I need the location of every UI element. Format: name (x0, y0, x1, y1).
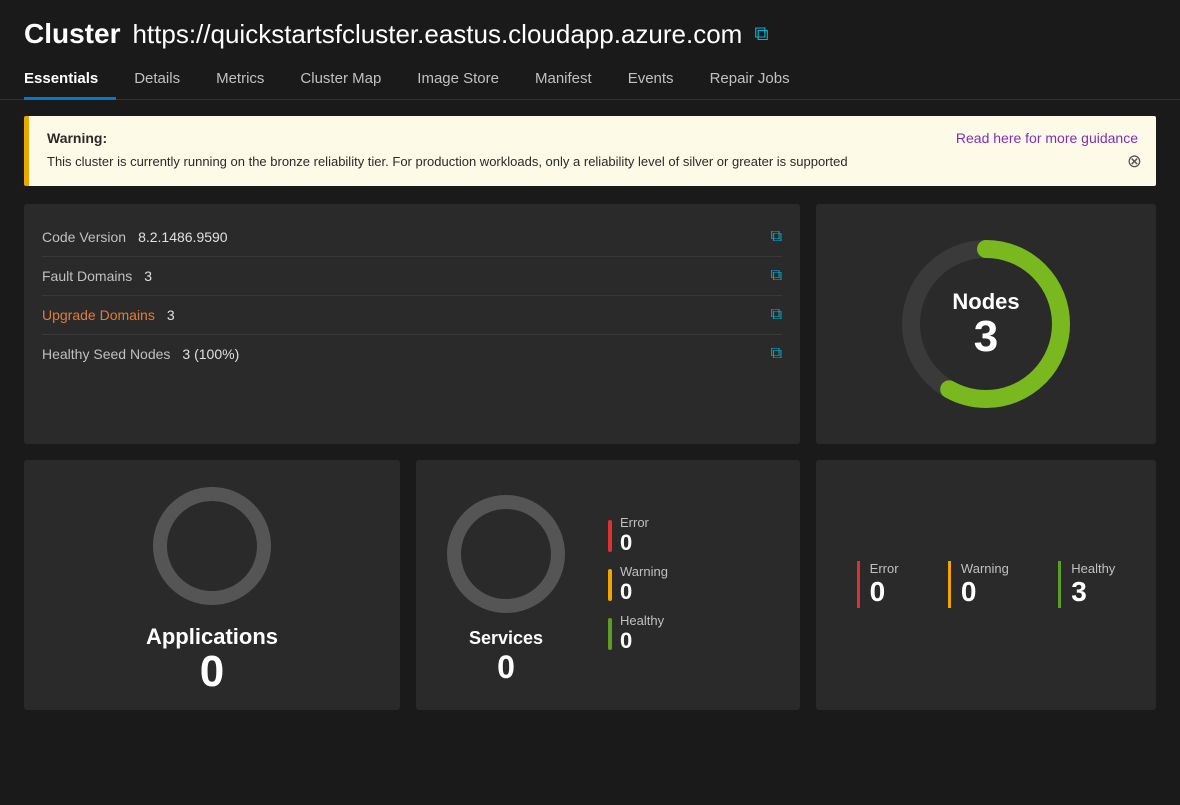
info-row: Upgrade Domains 3 ⧉ (42, 296, 782, 335)
status-label: Error (620, 515, 649, 530)
nodes-donut: Nodes 3 (886, 224, 1086, 424)
info-row-value: 3 (167, 307, 759, 323)
copy-icon[interactable]: ⧉ (771, 345, 782, 363)
node-stat-label: Warning (961, 561, 1009, 576)
services-status-list: Error 0 Warning 0 Healthy 0 (608, 515, 668, 654)
applications-label: Applications (146, 624, 278, 650)
copy-icon[interactable]: ⧉ (771, 267, 782, 285)
status-label: Healthy (620, 613, 664, 628)
services-label: Services (469, 628, 543, 649)
cluster-label: Cluster (24, 18, 120, 50)
nav-tab-repair-jobs[interactable]: Repair Jobs (692, 62, 808, 100)
status-value: 0 (620, 628, 664, 654)
status-value: 0 (620, 579, 668, 605)
nav-tab-image-store[interactable]: Image Store (399, 62, 517, 100)
status-bar-yellow (608, 569, 612, 601)
info-row-label: Upgrade Domains (42, 307, 155, 323)
status-bar-red (608, 520, 612, 552)
bottom-stats-row: Applications 0 Services 0 Error (24, 460, 1156, 710)
info-nodes-row: Code Version 8.2.1486.9590 ⧉ Fault Domai… (24, 204, 1156, 444)
nav-tab-events[interactable]: Events (610, 62, 692, 100)
warning-link[interactable]: Read here for more guidance (956, 130, 1138, 146)
nav-tab-cluster-map[interactable]: Cluster Map (282, 62, 399, 100)
cluster-url: https://quickstartsfcluster.eastus.cloud… (132, 19, 742, 50)
info-row-value: 3 (100%) (182, 346, 758, 362)
node-stat-label: Healthy (1071, 561, 1115, 576)
nodes-stat-warning: Warning 0 (948, 561, 1009, 608)
info-row-value: 3 (144, 268, 758, 284)
nodes-panel: Nodes 3 (816, 204, 1156, 444)
nodes-stats-panel: Error 0 Warning 0 Healthy 3 (816, 460, 1156, 710)
cluster-info-panel: Code Version 8.2.1486.9590 ⧉ Fault Domai… (24, 204, 800, 444)
services-value: 0 (497, 649, 515, 686)
service-status-item: Warning 0 (608, 564, 668, 605)
info-row: Healthy Seed Nodes 3 (100%) ⧉ (42, 335, 782, 373)
copy-icon[interactable]: ⧉ (771, 306, 782, 324)
nav-tab-manifest[interactable]: Manifest (517, 62, 610, 100)
nodes-stat-error: Error 0 (857, 561, 899, 608)
nodes-stat-healthy: Healthy 3 (1058, 561, 1115, 608)
copy-url-icon[interactable]: ⧉ (754, 23, 768, 46)
service-status-item: Error 0 (608, 515, 668, 556)
node-stat-label: Error (870, 561, 899, 576)
warning-close-button[interactable]: ⊗ (1127, 151, 1142, 172)
applications-value: 0 (200, 650, 224, 694)
nav-tab-details[interactable]: Details (116, 62, 198, 100)
status-bar-green (608, 618, 612, 650)
info-row-label: Healthy Seed Nodes (42, 346, 170, 362)
services-panel: Services 0 Error 0 Warning 0 Healthy 0 (416, 460, 800, 710)
warning-text: This cluster is currently running on the… (47, 152, 1138, 172)
info-row-value: 8.2.1486.9590 (138, 229, 759, 245)
nav-tab-essentials[interactable]: Essentials (24, 62, 116, 100)
nav-tab-metrics[interactable]: Metrics (198, 62, 282, 100)
node-stat-value: 0 (961, 576, 1009, 608)
info-row-label: Code Version (42, 229, 126, 245)
status-value: 0 (620, 530, 649, 556)
status-label: Warning (620, 564, 668, 579)
applications-panel: Applications 0 (24, 460, 400, 710)
warning-label: Warning: (47, 130, 107, 146)
services-donut (436, 484, 576, 624)
info-row: Code Version 8.2.1486.9590 ⧉ (42, 218, 782, 257)
service-status-item: Healthy 0 (608, 613, 668, 654)
applications-donut (142, 476, 282, 616)
node-stat-value: 3 (1071, 576, 1115, 608)
main-content: Warning: Read here for more guidance Thi… (0, 100, 1180, 726)
info-row: Fault Domains 3 ⧉ (42, 257, 782, 296)
info-row-label: Fault Domains (42, 268, 132, 284)
navigation-tabs: EssentialsDetailsMetricsCluster MapImage… (0, 50, 1180, 100)
node-stat-value: 0 (870, 576, 899, 608)
nodes-value: 3 (952, 315, 1019, 359)
warning-banner: Warning: Read here for more guidance Thi… (24, 116, 1156, 186)
copy-icon[interactable]: ⧉ (771, 228, 782, 246)
page-header: Cluster https://quickstartsfcluster.east… (0, 0, 1180, 50)
